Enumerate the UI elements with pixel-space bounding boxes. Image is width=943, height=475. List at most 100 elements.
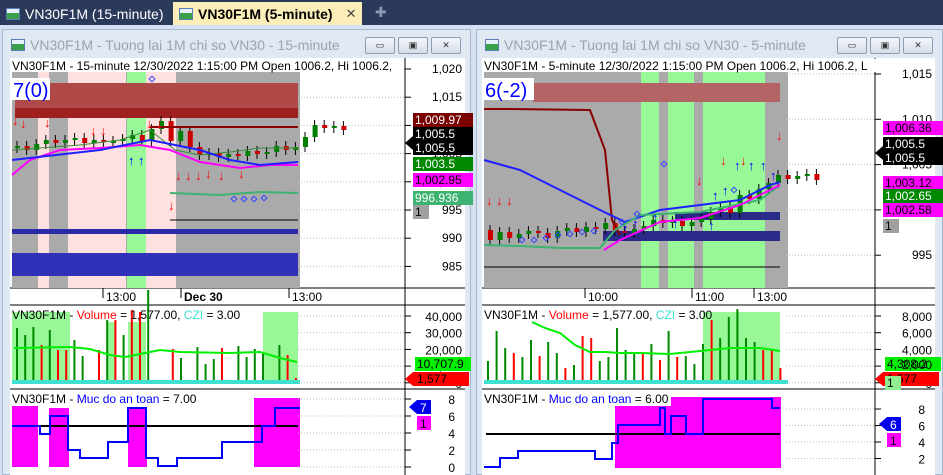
volume-bar: [693, 364, 696, 380]
volume-bar: [57, 350, 59, 380]
sell-arrow-icon: ↓: [20, 116, 27, 131]
volume-bar: [770, 350, 773, 380]
price-tick-label: 1,015: [902, 67, 932, 81]
volume-title: VN30F1M - Volume = 1,577.00, CZI = 3.00: [484, 308, 713, 322]
safety-band: [12, 398, 38, 467]
candle: [795, 176, 801, 179]
buy-arrow-icon: ↑: [632, 216, 639, 231]
volume-bar: [650, 344, 653, 380]
candle: [72, 138, 78, 140]
price-label: 1,005.5: [415, 141, 455, 155]
buy-arrow-icon: ↑: [770, 168, 777, 183]
volume-tick-label: 30,000: [425, 327, 462, 341]
time-tick-label: 13:00: [106, 290, 136, 304]
sell-arrow-icon: ↓: [195, 168, 202, 183]
candle: [235, 154, 241, 156]
time-tick-label: 13:00: [292, 290, 322, 304]
candle: [43, 140, 49, 144]
buy-arrow-icon: ↑: [138, 153, 145, 168]
candle: [804, 174, 810, 176]
volume-bar: [81, 356, 84, 380]
safety-tick-label: 6: [448, 410, 455, 424]
safety-tick-label: 0: [448, 461, 455, 475]
buy-arrow-icon: ↑: [708, 218, 715, 233]
price-tick-label: 1,020: [432, 62, 462, 76]
sell-arrow-icon: ↓: [156, 116, 163, 131]
volume-title-part: = 3.00: [679, 308, 713, 322]
sell-arrow-icon: ↓: [12, 113, 19, 128]
volume-bar: [65, 350, 68, 380]
candle: [341, 126, 347, 130]
price-label: 1,009.97: [415, 113, 462, 127]
time-tick-label: 11:00: [695, 290, 724, 304]
safety-band: [615, 397, 781, 468]
volume-bar: [24, 335, 27, 380]
candle: [187, 131, 193, 147]
safety-label: 6: [890, 418, 897, 432]
safety-title: VN30F1M - Muc do an toan = 6.00: [484, 392, 669, 406]
candle: [699, 219, 705, 222]
candle: [226, 154, 232, 157]
sell-arrow-icon: ↓: [486, 193, 493, 208]
sell-arrow-icon: ↓: [506, 193, 513, 208]
volume-bar: [633, 352, 636, 380]
volume-title-part: CZI: [656, 308, 675, 322]
volume-bar: [294, 378, 297, 380]
volume-bar: [512, 353, 515, 380]
session-band: [703, 72, 765, 288]
volume-bar: [736, 309, 739, 380]
volume-tick-label: 40,000: [425, 310, 462, 324]
price-label: 1,002.58: [885, 203, 932, 217]
volume-bar: [521, 357, 524, 380]
chart-canvas[interactable]: 1,0201,0151,0101,0051,000995990985↓↓↓↓↓↓…: [0, 0, 943, 475]
volume-bar: [237, 346, 240, 380]
volume-bar: [495, 331, 498, 380]
volume-tick-label: 20,000: [425, 343, 462, 357]
volume-bar: [171, 349, 174, 380]
price-tick-label: 985: [442, 259, 462, 273]
price-label: 1,005.5: [415, 127, 455, 141]
price-label: 1,003.5: [415, 157, 455, 171]
volume-bar: [538, 356, 541, 380]
safety-title-part: = 6.00: [635, 392, 669, 406]
candle: [680, 221, 685, 226]
safety-label: 1: [420, 417, 427, 431]
candle: [564, 228, 570, 231]
candle: [82, 138, 88, 143]
candle: [312, 125, 318, 137]
volume-bar: [564, 368, 567, 380]
volume-bar: [555, 353, 558, 380]
sell-arrow-icon: ↓: [720, 153, 727, 168]
price-tick-label: 990: [442, 231, 462, 245]
volume-bar: [245, 357, 248, 380]
price-label: 1,005.5: [885, 151, 925, 165]
safety-title-part: VN30F1M: [12, 392, 66, 406]
volume-title-part: = 3.00: [207, 308, 241, 322]
volume-bar: [659, 360, 661, 380]
buy-arrow-icon: ↑: [760, 158, 767, 173]
candle: [245, 151, 251, 156]
candle: [322, 125, 328, 128]
candle: [168, 121, 174, 141]
safety-title-part: Muc do an toan: [77, 392, 160, 406]
volume-bar: [616, 328, 618, 380]
candle: [574, 228, 580, 232]
volume-bar: [702, 344, 704, 380]
price-label: 1,006.36: [885, 121, 932, 135]
sell-arrow-icon: ↓: [175, 168, 182, 183]
volume-band: [263, 312, 298, 383]
volume-tick-label: 6,000: [902, 327, 932, 341]
time-tick-label: Dec 30: [184, 290, 223, 304]
candle: [507, 232, 513, 238]
volume-label: 1: [887, 376, 894, 390]
volume-bar: [745, 338, 747, 380]
sell-arrow-icon: ↓: [90, 123, 97, 138]
volume-bar: [139, 312, 141, 380]
czi-strip: [484, 380, 788, 384]
session-band: [668, 72, 694, 288]
signal-value: 6(-2): [485, 80, 527, 102]
volume-bar: [641, 354, 644, 380]
volume-bar: [40, 345, 43, 380]
volume-tick-label: 4,000: [902, 343, 932, 357]
volume-title-part: VN30F1M: [484, 308, 538, 322]
